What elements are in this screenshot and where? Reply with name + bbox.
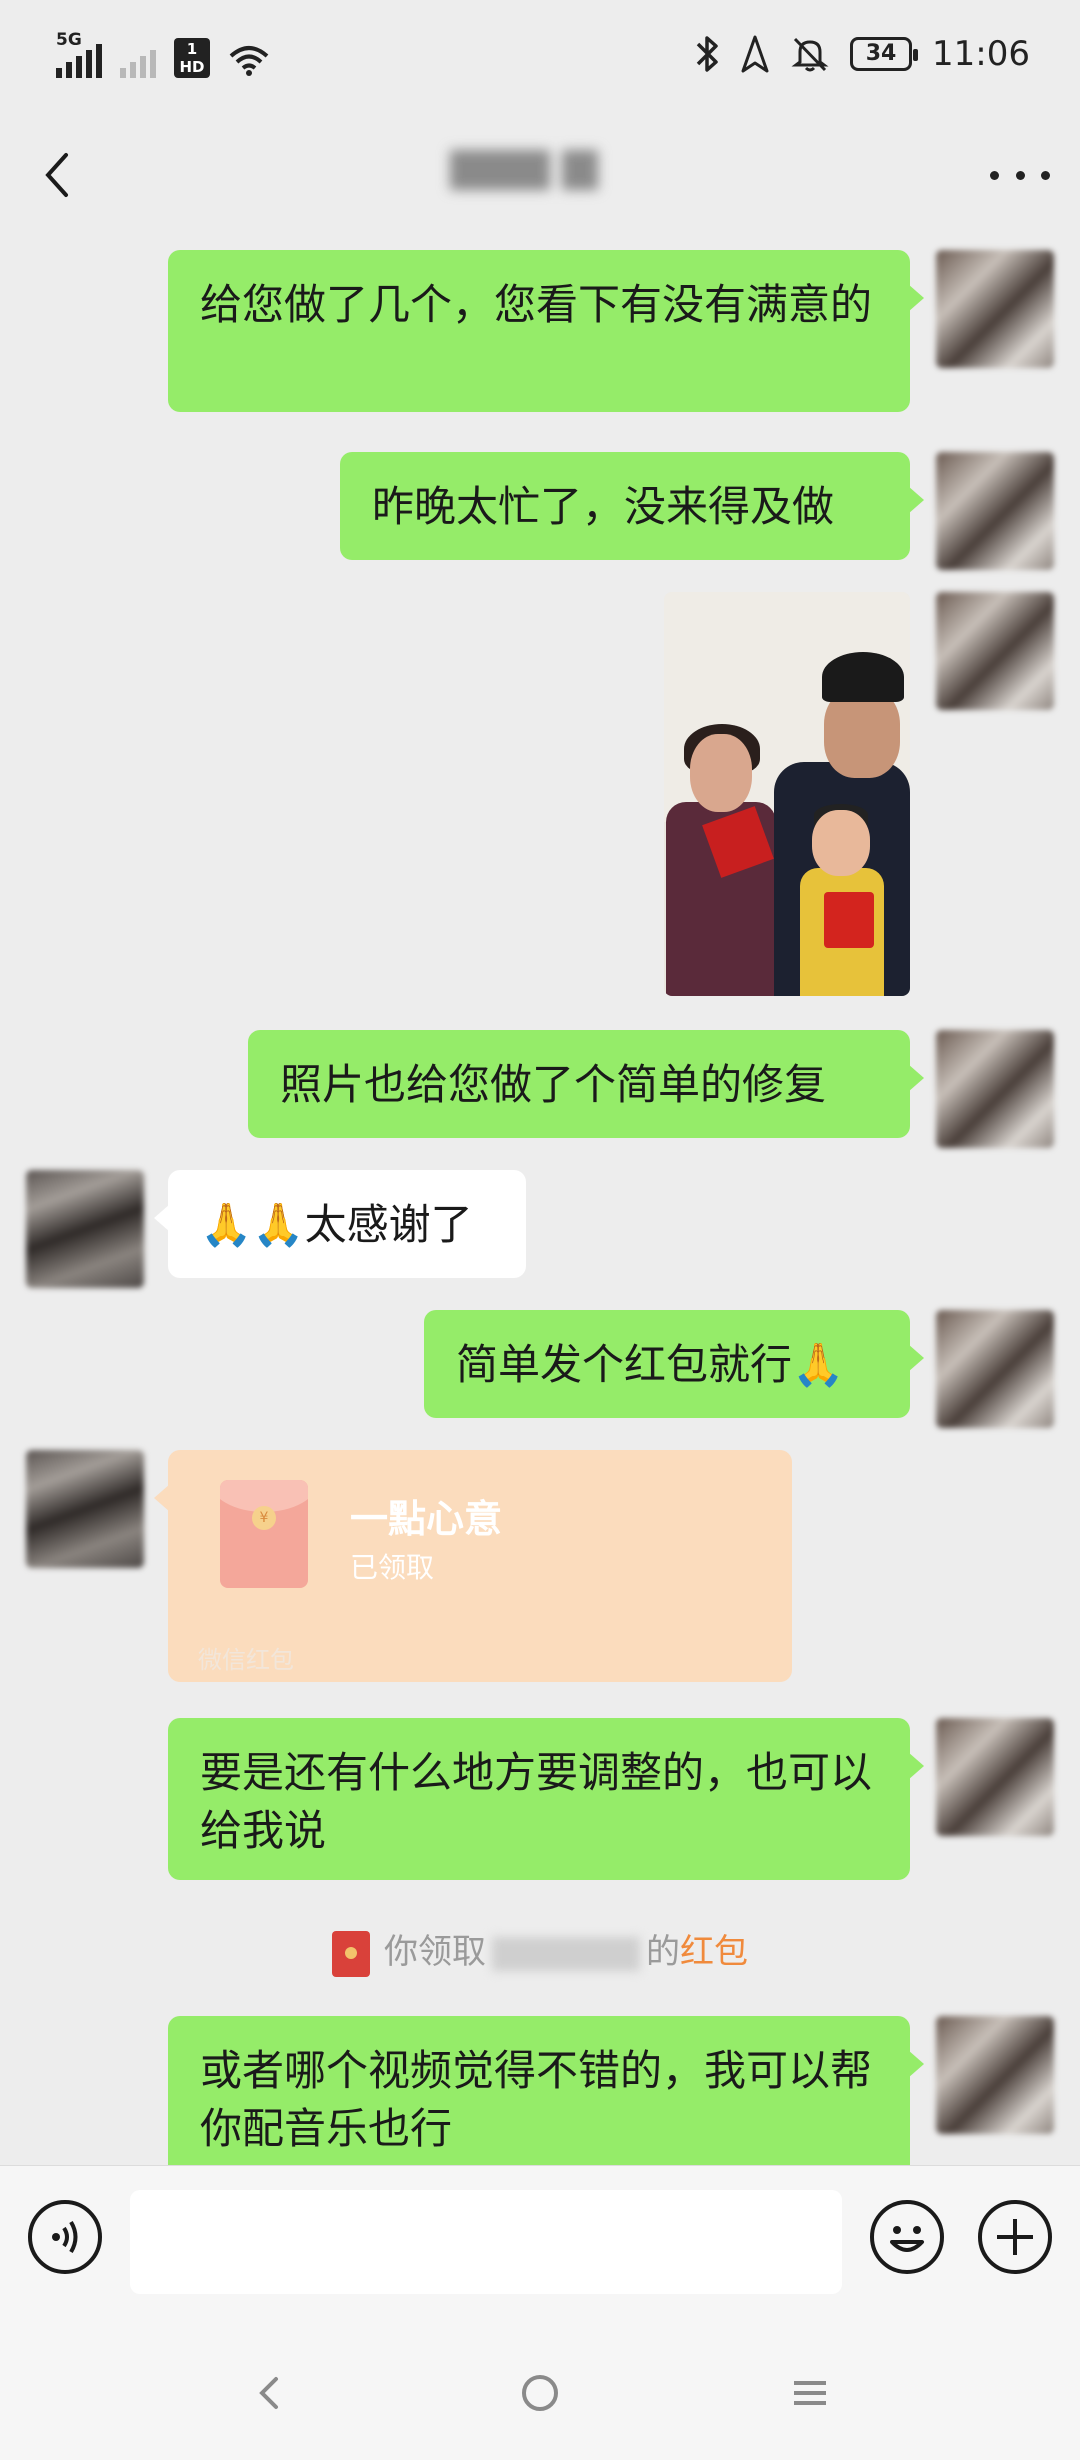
nav-home-icon[interactable] <box>510 2363 570 2423</box>
bluetooth-icon <box>696 36 718 72</box>
outgoing-text-bubble[interactable]: 简单发个红包就行🙏 <box>424 1310 924 1418</box>
my-avatar[interactable] <box>936 1718 1054 1836</box>
navigation-arrow-icon <box>741 35 769 73</box>
back-chevron-icon[interactable] <box>30 145 90 205</box>
chat-header <box>0 110 1080 240</box>
status-bar: 5G 1 HD 34 11:06 <box>0 0 1080 110</box>
redacted-name <box>492 1936 640 1971</box>
my-avatar[interactable] <box>936 452 1054 570</box>
my-avatar[interactable] <box>936 250 1054 368</box>
emoji-icon[interactable] <box>870 2200 944 2274</box>
outgoing-text-bubble[interactable]: 昨晚太忙了，没来得及做 <box>340 452 924 560</box>
red-packet-footer: 微信红包 <box>198 1646 294 1674</box>
red-packet-link[interactable]: 红包 <box>680 1932 748 1972</box>
outgoing-text-bubble[interactable]: 或者哪个视频觉得不错的，我可以帮你配音乐也行 <box>168 2016 924 2165</box>
message-input[interactable] <box>130 2190 842 2294</box>
message-text: 或者哪个视频觉得不错的，我可以帮你配音乐也行 <box>200 2046 873 2153</box>
outgoing-text-bubble[interactable]: 要是还有什么地方要调整的，也可以给我说 <box>168 1718 924 1880</box>
clock: 11:06 <box>932 34 1030 74</box>
red-packet-status: 已领取 <box>350 1551 435 1584</box>
nav-menu-icon[interactable] <box>780 2363 840 2423</box>
message-list[interactable]: 给您做了几个，您看下有没有满意的 昨晚太忙了，没来得及做 照片也给您做了个简单的… <box>0 240 1080 2165</box>
red-envelope-icon: ¥ <box>220 1480 308 1588</box>
system-notice: 你领取 的红包 <box>0 1924 1080 1977</box>
plus-icon[interactable] <box>978 2200 1052 2274</box>
contact-avatar[interactable] <box>26 1450 144 1568</box>
outgoing-text-bubble[interactable]: 给您做了几个，您看下有没有满意的 <box>168 250 924 412</box>
voice-icon[interactable] <box>28 2200 102 2274</box>
cellular-signal-icon: 5G <box>56 30 102 78</box>
more-dots-icon[interactable] <box>990 155 1050 195</box>
message-text: 给您做了几个，您看下有没有满意的 <box>200 280 873 329</box>
message-text: 🙏🙏太感谢了 <box>200 1200 473 1249</box>
my-avatar[interactable] <box>936 2016 1054 2134</box>
red-packet-title: 一點心意 <box>350 1497 503 1541</box>
input-bar <box>0 2165 1080 2315</box>
my-avatar[interactable] <box>936 592 1054 710</box>
message-text: 昨晚太忙了，没来得及做 <box>372 482 835 531</box>
my-avatar[interactable] <box>936 1310 1054 1428</box>
contact-name-blurred <box>450 150 630 200</box>
contact-avatar[interactable] <box>26 1170 144 1288</box>
red-packet-mini-icon <box>332 1930 370 1977</box>
shared-photo[interactable] <box>664 592 910 996</box>
message-text: 简单发个红包就行🙏 <box>456 1340 845 1389</box>
my-avatar[interactable] <box>936 1030 1054 1148</box>
nav-back-icon[interactable] <box>240 2363 300 2423</box>
red-packet-card[interactable]: ¥ 一點心意 已领取 微信红包 <box>154 1450 792 1682</box>
mute-bell-icon <box>791 37 829 72</box>
outgoing-text-bubble[interactable]: 照片也给您做了个简单的修复 <box>248 1030 924 1138</box>
battery-icon: 34 <box>850 37 919 71</box>
system-navigation-bar <box>0 2315 1080 2460</box>
sim2-signal-icon <box>120 42 156 78</box>
incoming-text-bubble[interactable]: 🙏🙏太感谢了 <box>154 1170 526 1278</box>
message-text: 要是还有什么地方要调整的，也可以给我说 <box>200 1748 873 1855</box>
network-type-label: 5G <box>56 30 82 50</box>
wifi-icon <box>229 46 269 76</box>
hd-badge-icon: 1 HD <box>174 38 210 78</box>
message-text: 照片也给您做了个简单的修复 <box>280 1060 827 1109</box>
